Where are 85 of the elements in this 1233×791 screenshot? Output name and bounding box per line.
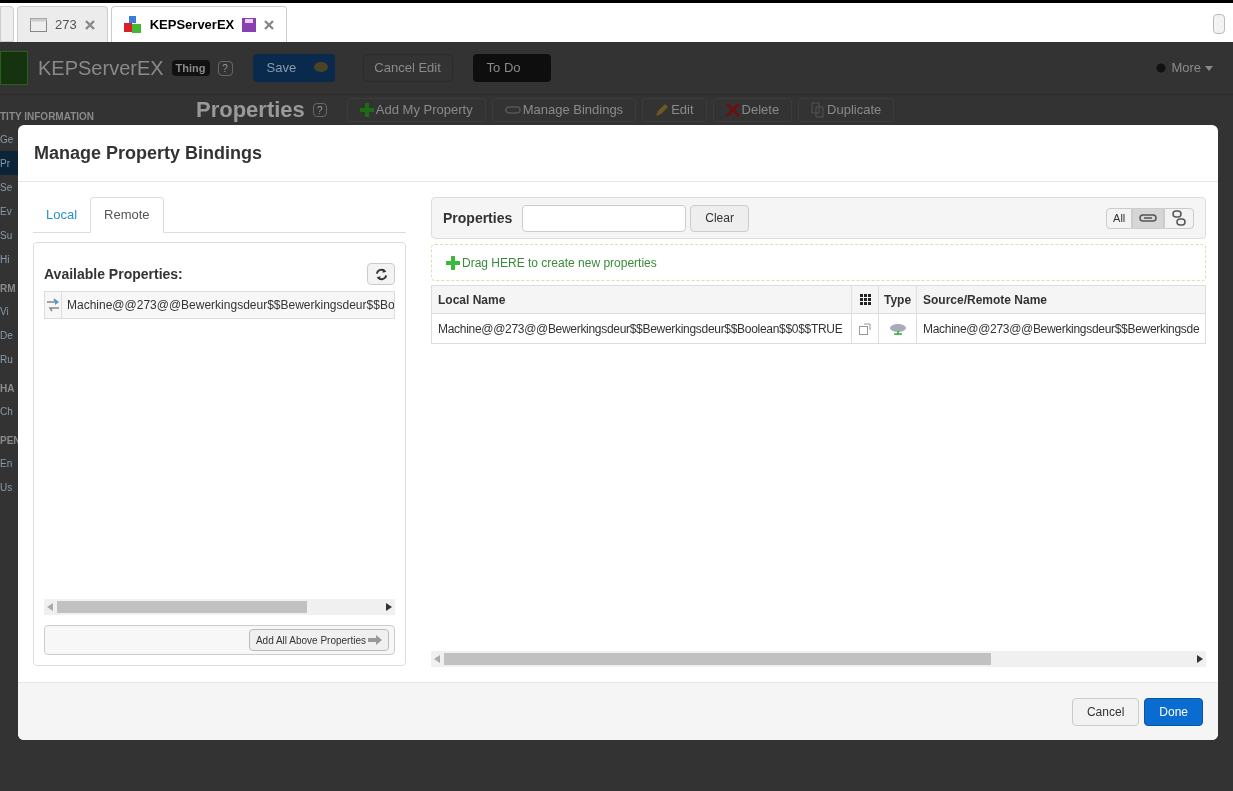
refresh-icon [374, 267, 388, 281]
cancel-edit-button[interactable]: Cancel Edit [362, 54, 453, 82]
drop-zone[interactable]: Drag HERE to create new properties [431, 244, 1207, 281]
toolbar-button[interactable]: Delete [712, 98, 793, 122]
blocks-icon [123, 15, 142, 34]
help-icon[interactable]: ? [217, 60, 233, 76]
column-header[interactable]: Local Name [432, 286, 852, 313]
comment-icon [314, 62, 329, 74]
sidebar-item[interactable]: Ev [0, 199, 18, 223]
pencil-icon [655, 103, 670, 117]
tab-title: KEPServerEX [149, 15, 235, 34]
cross-icon [725, 103, 740, 117]
close-icon[interactable] [264, 19, 275, 30]
dialog-tab[interactable]: Local [33, 197, 91, 233]
grid-icon[interactable] [859, 294, 871, 305]
cancel-button[interactable]: Cancel [1071, 697, 1140, 726]
sidebar-section-title: TITY INFORMATION [0, 110, 95, 124]
save-button[interactable]: Save [252, 54, 335, 82]
refresh-button[interactable] [367, 263, 395, 285]
horizontal-scrollbar[interactable] [431, 651, 1207, 667]
link-icon [1139, 214, 1158, 222]
save-icon [242, 17, 257, 32]
edit-binding-icon[interactable] [859, 322, 871, 335]
property-item[interactable]: Machine@@273@@Bewerkingsdeur$$Bewerkingsdeur$$Bo [44, 291, 395, 319]
link-icon [504, 106, 521, 114]
dialog-tab[interactable]: Remote [90, 197, 164, 233]
sidebar-section-title: RM [0, 282, 16, 296]
to-do-button[interactable]: To Do [472, 54, 551, 82]
scroll-right-icon [386, 603, 392, 611]
add-all-button[interactable]: Add All Above Properties [248, 629, 389, 651]
sidebar-item[interactable]: En [0, 451, 18, 475]
table-cell: Machine@@273@@Bewerkingsdeur$$Bewerkingsdeur$$Boolean$$0$$TRUE [432, 314, 852, 343]
toolbar-button[interactable]: Manage Bindings [491, 98, 637, 122]
browser-tab[interactable]: 273 [17, 6, 108, 42]
panel-title: Available Properties: [44, 264, 183, 284]
sidebar-item[interactable]: Hi [0, 247, 18, 271]
scroll-left-icon [434, 655, 440, 663]
drop-hint: Drag HERE to create new properties [462, 254, 657, 272]
toolbar-button[interactable]: Add My Property [346, 98, 486, 122]
sidebar-item[interactable]: Ru [0, 347, 18, 371]
column-header[interactable]: Type [879, 286, 917, 313]
sidebar-item[interactable]: Us [0, 475, 18, 499]
toolbar-button[interactable]: Duplicate [798, 98, 895, 122]
done-button[interactable]: Done [1144, 697, 1203, 726]
transfer-icon [45, 297, 61, 313]
sidebar-item[interactable]: Ch [0, 399, 18, 423]
help-icon[interactable]: ? [312, 103, 327, 117]
search-field[interactable] [522, 204, 687, 232]
plus-icon [359, 103, 374, 117]
scroll-right-icon [1197, 655, 1204, 663]
sidebar-item[interactable]: Se [0, 175, 18, 199]
filter-button[interactable]: All [1106, 207, 1133, 229]
close-icon[interactable] [84, 19, 95, 30]
toolbar-button[interactable]: Edit [642, 98, 707, 122]
copy-icon [811, 102, 826, 118]
arrow-icon [368, 635, 382, 645]
property-name: Machine@@273@@Bewerkingsdeur$$Bewerkingsdeur$$Bo [66, 297, 394, 314]
filter-button[interactable] [1164, 207, 1195, 229]
horizontal-scrollbar[interactable] [44, 599, 395, 615]
thing-title: KEPServerEX [38, 56, 164, 81]
scroll-left-icon [47, 603, 53, 611]
column-header[interactable]: Source/Remote Name [917, 286, 1206, 313]
plus-icon [446, 255, 460, 270]
board-icon [0, 51, 28, 85]
broken-link-icon [1171, 210, 1188, 226]
browser-tab[interactable]: KEPServerEX [110, 6, 288, 42]
sidebar-section-title: HA [0, 382, 15, 396]
window-icon [30, 17, 47, 32]
clear-button[interactable]: Clear [690, 204, 749, 232]
sidebar-item[interactable]: Pr [0, 151, 18, 175]
thing-badge: Thing [171, 59, 210, 77]
caret-icon [1205, 65, 1213, 71]
filter-button[interactable] [1132, 207, 1165, 229]
window-button[interactable] [1213, 14, 1225, 34]
tab-title: 273 [55, 15, 77, 34]
table-cell-text: Machine@@273@@Bewerkingsdeur$$Bewerkingsde [922, 320, 1201, 338]
cloud-icon [888, 322, 907, 335]
sidebar-item[interactable]: De [0, 323, 18, 347]
more-menu[interactable]: More [1155, 58, 1213, 78]
toolbar-title: Properties [443, 208, 513, 228]
dialog-title: Manage Property Bindings [34, 141, 263, 165]
sidebar-item[interactable]: Ge [0, 127, 18, 151]
sidebar-item[interactable]: Vi [0, 299, 18, 323]
sidebar-item[interactable]: Su [0, 223, 18, 247]
page-title: Properties [196, 97, 305, 123]
